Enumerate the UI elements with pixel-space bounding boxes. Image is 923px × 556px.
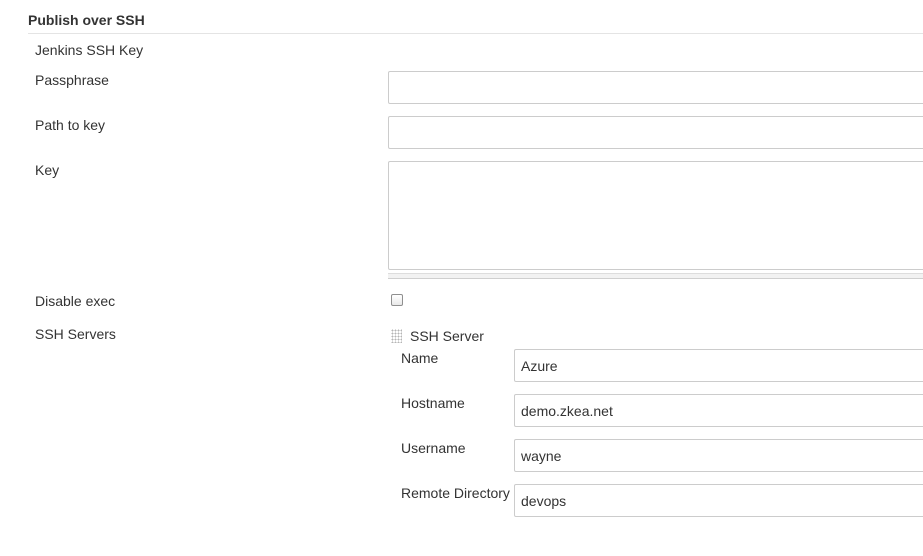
jenkins-ssh-key-label: Jenkins SSH Key [35,42,144,58]
ssh-server-title: SSH Server [410,328,484,344]
path-to-key-label: Path to key [35,117,106,133]
hostname-label: Hostname [401,395,465,411]
server-name-label: Name [401,350,439,366]
ssh-servers-label: SSH Servers [35,326,116,342]
username-label: Username [401,440,466,456]
textarea-resize-handle[interactable] [388,273,923,279]
key-textarea[interactable] [388,161,923,270]
remote-directory-label: Remote Directory [401,485,510,501]
hostname-input[interactable] [514,394,923,427]
passphrase-label: Passphrase [35,72,109,88]
username-input[interactable] [514,439,923,472]
disable-exec-label: Disable exec [35,293,116,309]
disable-exec-checkbox[interactable] [391,294,403,306]
publish-over-ssh-config: Publish over SSH Jenkins SSH Key Passphr… [0,0,923,556]
remote-directory-input[interactable] [514,484,923,517]
section-header: Publish over SSH [28,12,923,34]
drag-handle-icon[interactable] [391,329,402,343]
server-name-input[interactable] [514,349,923,382]
key-label: Key [35,162,60,178]
passphrase-input[interactable] [388,71,923,104]
section-title: Publish over SSH [28,12,145,28]
path-to-key-input[interactable] [388,116,923,149]
